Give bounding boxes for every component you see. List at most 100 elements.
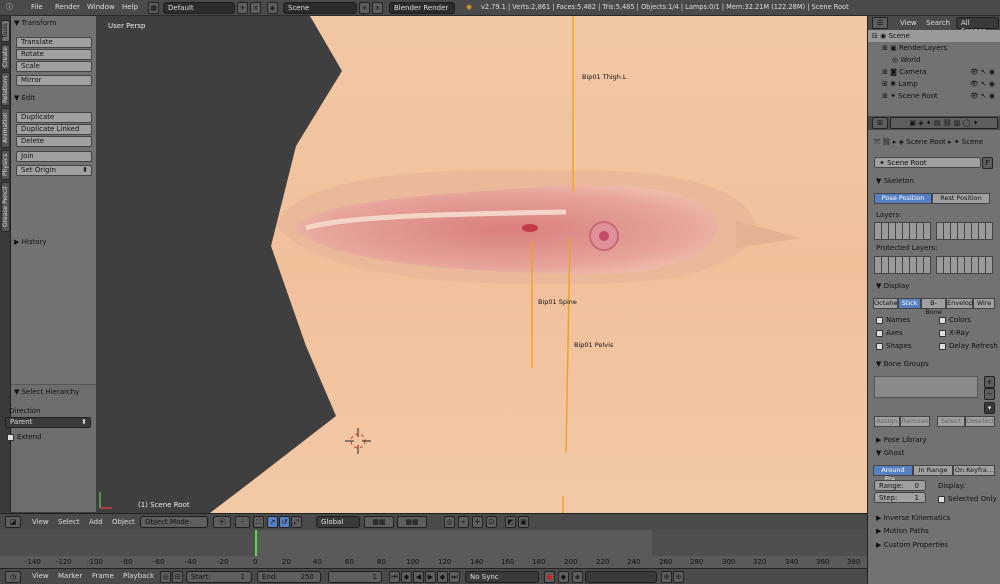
ghost-on-keyframes[interactable]: On Keyfra... bbox=[953, 465, 995, 476]
current-frame-line[interactable] bbox=[255, 530, 257, 558]
step-field[interactable]: Step: 1 bbox=[874, 492, 926, 503]
select-button[interactable]: Select bbox=[937, 416, 965, 427]
add-bone-group-button[interactable]: + bbox=[984, 376, 995, 388]
lock-range-icon[interactable]: ⊟ bbox=[172, 571, 183, 583]
names-checkbox[interactable]: Names bbox=[876, 316, 910, 324]
render-icon[interactable]: ◩ bbox=[505, 516, 516, 528]
remove-button[interactable]: Remove bbox=[900, 416, 930, 427]
rotate-button[interactable]: Rotate bbox=[16, 49, 92, 60]
render-anim-icon[interactable]: ▣ bbox=[518, 516, 529, 528]
direction-select[interactable]: Parent ⬍ bbox=[5, 417, 91, 428]
visibility-icons[interactable]: 👁 ↖ ◉ bbox=[970, 66, 995, 78]
properties-context-tabs[interactable]: ▣ ◈ ✦ ▤ ⛓ ▥ ◯ ✦ bbox=[890, 117, 998, 129]
keying-set-field[interactable] bbox=[585, 571, 657, 583]
record-icon[interactable]: ● bbox=[544, 571, 555, 583]
menu-view[interactable]: View bbox=[32, 518, 49, 526]
ik-panel-header[interactable]: ▶ Inverse Kinematics bbox=[868, 512, 1000, 524]
prev-key-icon[interactable]: ◆ bbox=[401, 571, 412, 583]
display-type-octahedral[interactable]: Octahe bbox=[873, 298, 898, 309]
menu-add[interactable]: Add bbox=[89, 518, 103, 526]
custom-properties-panel-header[interactable]: ▶ Custom Properties bbox=[868, 539, 1000, 551]
pivot-icon[interactable]: ⁘ bbox=[235, 516, 250, 528]
menu-frame[interactable]: Frame bbox=[92, 572, 114, 580]
fake-user-button[interactable]: F bbox=[982, 157, 993, 169]
snap-target-icon[interactable]: ✛ bbox=[472, 516, 483, 528]
duplicate-button[interactable]: Duplicate bbox=[16, 112, 92, 123]
layers-grid-icon-2[interactable]: ▦▦ bbox=[397, 516, 427, 528]
timeline-editor-icon[interactable]: ◷ bbox=[5, 571, 21, 583]
outliner-display-select[interactable]: All Scenes bbox=[956, 17, 999, 35]
preview-range-icon[interactable]: ◎ bbox=[160, 571, 171, 583]
outliner-search-menu[interactable]: Search bbox=[926, 19, 950, 27]
translate-button[interactable]: Translate bbox=[16, 37, 92, 48]
outliner-item-scene-root[interactable]: ⊞ ✦ Scene Root 👁 ↖ ◉ bbox=[868, 90, 1000, 102]
colors-checkbox[interactable]: Colors bbox=[939, 316, 971, 324]
insert-key-icon[interactable]: ⊕ bbox=[661, 571, 672, 583]
range-field[interactable]: Range: 0 bbox=[874, 480, 926, 491]
menu-marker[interactable]: Marker bbox=[58, 572, 82, 580]
tab-relations[interactable]: Relations bbox=[1, 72, 10, 106]
remove-bone-group-button[interactable]: − bbox=[984, 388, 995, 400]
3d-viewport[interactable]: User Persp (1) Scene Root Bip01 Thigh.L … bbox=[96, 16, 867, 513]
tab-grease-pencil[interactable]: Grease Pencil bbox=[1, 182, 10, 232]
join-button[interactable]: Join bbox=[16, 151, 92, 162]
tab-animation[interactable]: Animation bbox=[1, 108, 10, 148]
manipulator-toggle-icon[interactable]: ⛶ bbox=[253, 516, 264, 528]
display-type-stick[interactable]: Stick bbox=[898, 298, 921, 309]
start-frame-field[interactable]: Start: 1 bbox=[186, 571, 252, 583]
play-reverse-icon[interactable]: ◀ bbox=[413, 571, 424, 583]
layers-grid-icon[interactable]: ▦▦ bbox=[364, 516, 394, 528]
snap-element-icon[interactable]: ⊡ bbox=[486, 516, 497, 528]
delay-refresh-checkbox[interactable]: Delay Refresh bbox=[939, 342, 998, 350]
bone-groups-panel-header[interactable]: ▼ Bone Groups bbox=[868, 358, 1000, 370]
jump-start-icon[interactable]: ⏮ bbox=[389, 571, 400, 583]
editor-type-icon[interactable]: ◪ bbox=[5, 516, 21, 528]
select-hierarchy-header[interactable]: ▼ Select Hierarchy bbox=[11, 386, 96, 398]
datablock-field[interactable]: ✦ Scene Root bbox=[874, 157, 981, 168]
display-type-wire[interactable]: Wire bbox=[973, 298, 995, 309]
mode-select[interactable]: Object Mode bbox=[140, 516, 208, 528]
render-engine-select[interactable]: Blender Render bbox=[389, 2, 455, 14]
outliner-item-camera[interactable]: ⊞ ◙ Camera 👁 ↖ ◉ bbox=[868, 66, 1000, 78]
deselect-button[interactable]: Deselect bbox=[965, 416, 995, 427]
orientation-select[interactable]: Global bbox=[316, 516, 360, 528]
menu-help[interactable]: Help bbox=[122, 3, 138, 11]
menu-select[interactable]: Select bbox=[58, 518, 80, 526]
display-type-envelope[interactable]: Envelop bbox=[946, 298, 973, 309]
scene-field[interactable]: Scene bbox=[283, 2, 357, 14]
scale-manipulator-icon[interactable]: ⤢ bbox=[291, 516, 302, 528]
menu-render[interactable]: Render bbox=[55, 3, 80, 11]
play-icon[interactable]: ▶ bbox=[425, 571, 436, 583]
rotate-manipulator-icon[interactable]: ↺ bbox=[279, 516, 290, 528]
end-frame-field[interactable]: End: 250 bbox=[257, 571, 321, 583]
add-scene-button[interactable]: + bbox=[359, 2, 370, 14]
timeline[interactable]: -140 -120 -100 -80 -60 -40 -20 0 20 40 6… bbox=[0, 530, 867, 568]
remove-layout-button[interactable]: × bbox=[250, 2, 261, 14]
remove-scene-button[interactable]: × bbox=[372, 2, 383, 14]
visibility-icons[interactable]: 👁 ↖ ◉ bbox=[970, 90, 995, 102]
bone-groups-list[interactable] bbox=[874, 376, 978, 398]
delete-key-icon[interactable]: ⊖ bbox=[673, 571, 684, 583]
rest-position-button[interactable]: Rest Position bbox=[932, 193, 990, 204]
layout-icon[interactable]: ▦ bbox=[148, 2, 159, 14]
add-layout-button[interactable]: + bbox=[237, 2, 248, 14]
pose-library-panel-header[interactable]: ▶ Pose Library bbox=[868, 434, 1000, 446]
set-origin-dropdown[interactable]: Set Origin ⬍ bbox=[16, 165, 92, 176]
menu-view[interactable]: View bbox=[32, 572, 49, 580]
xray-checkbox[interactable]: X-Ray bbox=[939, 329, 969, 337]
bone-layers-grid-2[interactable] bbox=[936, 222, 993, 240]
translate-manipulator-icon[interactable]: ↗ bbox=[267, 516, 278, 528]
shapes-checkbox[interactable]: Shapes bbox=[876, 342, 912, 350]
keyframe-icon[interactable]: ◈ bbox=[572, 571, 583, 583]
display-type-bbone[interactable]: B-Bone bbox=[921, 298, 946, 316]
scene-icon[interactable]: ◈ bbox=[267, 2, 278, 14]
tab-create[interactable]: Create bbox=[1, 44, 10, 70]
skeleton-panel-header[interactable]: ▼ Skeleton bbox=[868, 175, 1000, 187]
jump-end-icon[interactable]: ⏭ bbox=[449, 571, 460, 583]
sync-select[interactable]: No Sync bbox=[465, 571, 539, 583]
next-key-icon[interactable]: ◆ bbox=[437, 571, 448, 583]
shading-icon[interactable]: ⦿ bbox=[213, 516, 231, 528]
keying-icon[interactable]: ◆ bbox=[558, 571, 569, 583]
motion-paths-panel-header[interactable]: ▶ Motion Paths bbox=[868, 525, 1000, 537]
protected-layers-grid[interactable] bbox=[874, 256, 931, 274]
